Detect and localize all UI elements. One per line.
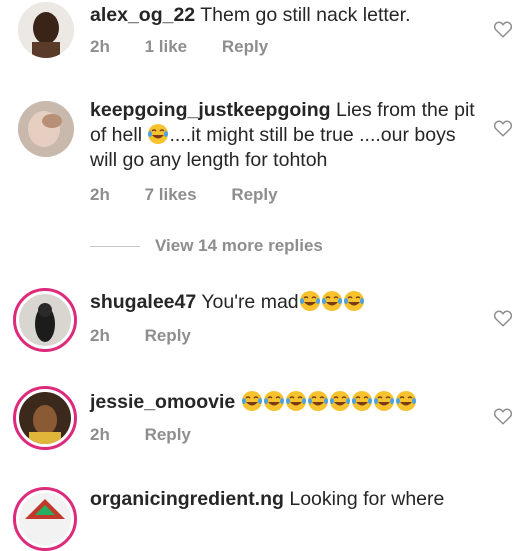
- laughing-crying-emoji-icon: [373, 391, 394, 411]
- comment-likes[interactable]: 1 like: [145, 37, 188, 56]
- comment-username[interactable]: shugalee47: [90, 291, 196, 313]
- laughing-crying-emoji-icon: [148, 124, 169, 144]
- comment-likes[interactable]: 7 likes: [145, 185, 197, 204]
- laughing-crying-emoji-icon: [285, 391, 306, 411]
- comment-username[interactable]: alex_og_22: [90, 4, 195, 26]
- comment-body: jessie_omoovie: [90, 390, 475, 415]
- heart-outline-icon[interactable]: [493, 309, 513, 327]
- heart-outline-icon[interactable]: [493, 20, 513, 38]
- laughing-crying-emoji-icon: [307, 391, 328, 411]
- comment-username[interactable]: jessie_omoovie: [90, 391, 235, 413]
- comment-meta: 2h Reply: [90, 425, 221, 445]
- avatar[interactable]: [13, 386, 77, 450]
- comment-emojis: [241, 391, 417, 413]
- comment-text: ....it might still be true ....our boys …: [90, 124, 456, 171]
- reply-button[interactable]: Reply: [222, 37, 268, 56]
- comment-meta: 2h Reply: [90, 326, 221, 346]
- reply-button[interactable]: Reply: [145, 326, 191, 345]
- comment-body: alex_og_22 Them go still nack letter.: [90, 3, 475, 28]
- heart-outline-icon[interactable]: [493, 407, 513, 425]
- comment-time: 2h: [90, 37, 110, 56]
- comment-body: keepgoing_justkeepgoing Lies from the pi…: [90, 98, 475, 173]
- view-more-replies-button[interactable]: View 14 more replies: [90, 236, 323, 256]
- comment-time: 2h: [90, 326, 110, 345]
- laughing-crying-emoji-icon: [263, 391, 284, 411]
- laughing-crying-emoji-icon: [343, 291, 364, 311]
- comment-time: 2h: [90, 425, 110, 444]
- comment-text: Them go still nack letter.: [200, 4, 411, 26]
- comment-body: shugalee47 You're mad: [90, 290, 475, 315]
- laughing-crying-emoji-icon: [299, 291, 320, 311]
- comment-text: Looking for where: [289, 488, 445, 510]
- reply-button[interactable]: Reply: [145, 425, 191, 444]
- heart-outline-icon[interactable]: [493, 119, 513, 137]
- laughing-crying-emoji-icon: [351, 391, 372, 411]
- comment-body: organicingredient.ng Looking for where: [90, 487, 475, 512]
- avatar[interactable]: [13, 288, 77, 352]
- avatar[interactable]: [18, 101, 74, 157]
- view-more-label: View 14 more replies: [155, 236, 323, 255]
- comment-username[interactable]: keepgoing_justkeepgoing: [90, 99, 331, 121]
- comment-meta: 2h 7 likes Reply: [90, 185, 308, 205]
- comment-meta: 2h 1 like Reply: [90, 37, 298, 57]
- comment-text: You're mad: [201, 291, 299, 313]
- avatar[interactable]: [13, 487, 77, 551]
- laughing-crying-emoji-icon: [395, 391, 416, 411]
- divider-line: [90, 245, 140, 247]
- avatar[interactable]: [18, 2, 74, 58]
- laughing-crying-emoji-icon: [321, 291, 342, 311]
- laughing-crying-emoji-icon: [241, 391, 262, 411]
- laughing-crying-emoji-icon: [329, 391, 350, 411]
- reply-button[interactable]: Reply: [231, 185, 277, 204]
- comment-time: 2h: [90, 185, 110, 204]
- comment-username[interactable]: organicingredient.ng: [90, 488, 284, 510]
